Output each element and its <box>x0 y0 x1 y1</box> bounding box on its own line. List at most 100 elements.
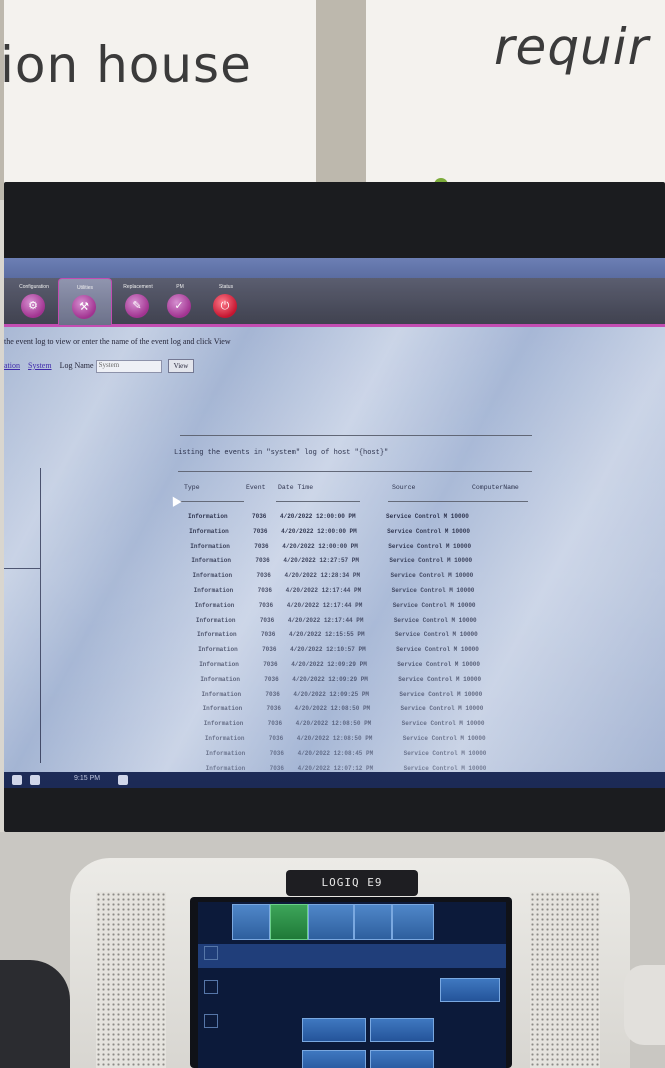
event-datetime-cell: 4/20/2022 12:00:00 PM <box>280 513 356 520</box>
event-id-cell: 7036 <box>258 601 274 609</box>
event-type-cell: Information <box>196 631 237 639</box>
brand-badge: LOGIQ E9 <box>286 870 418 896</box>
brand-logo: LOGIQ E9 <box>321 876 383 889</box>
service-tab-bar: Configuration ⚙ Utilities ⚒ Replacement … <box>4 278 665 327</box>
event-id-cell: 7036 <box>263 661 278 668</box>
event-source-cell: Service Control M 10000 <box>398 675 482 683</box>
event-source-cell: Service Control M 10000 <box>400 705 484 713</box>
touch-tile[interactable] <box>232 904 270 940</box>
event-id-cell: 7036 <box>267 720 283 728</box>
event-source-cell: Service Control M 10000 <box>387 527 470 535</box>
event-id-cell: 7036 <box>265 690 280 698</box>
touch-panel-bar <box>198 944 506 968</box>
touch-side-icon[interactable] <box>204 1014 218 1028</box>
event-type-cell: Information <box>194 601 235 609</box>
left-panel-frame <box>4 468 41 763</box>
event-datetime-cell: 4/20/2022 12:08:50 PM <box>296 735 373 742</box>
event-datetime-cell: 4/20/2022 12:15:55 PM <box>288 631 365 639</box>
event-type-cell: Information <box>198 646 238 654</box>
touch-tile[interactable] <box>308 904 354 940</box>
event-id-cell: 7036 <box>269 749 284 757</box>
header-rule-type <box>180 501 244 502</box>
tab-status[interactable]: Status ⏻ <box>200 278 252 324</box>
event-id-cell: 7036 <box>262 646 277 654</box>
log-name-input[interactable]: System <box>95 359 162 373</box>
log-selector-row: ation System Log Name System View <box>4 359 195 373</box>
column-header-datetime: Date Time <box>278 484 314 491</box>
event-source-cell: Service Control M 10000 <box>397 661 481 668</box>
touch-button[interactable] <box>302 1050 366 1068</box>
event-id-cell: 7036 <box>252 513 267 520</box>
event-source-cell: Service Control M 10000 <box>402 735 486 742</box>
column-header-event: Event <box>246 484 266 491</box>
touch-button[interactable] <box>440 978 500 1002</box>
column-header-type: Type <box>184 484 200 491</box>
event-datetime-cell: 4/20/2022 12:08:50 PM <box>295 720 372 728</box>
tab-status-label: Status <box>218 284 234 290</box>
event-source-cell: Service Control M 10000 <box>399 690 483 698</box>
mouse-cursor <box>168 494 182 507</box>
monitor-screen: Configuration ⚙ Utilities ⚒ Replacement … <box>4 258 665 788</box>
wall-sign-right-text: requir <box>494 18 650 76</box>
event-datetime-cell: 4/20/2022 12:09:29 PM <box>292 675 368 683</box>
event-datetime-cell: 4/20/2022 12:17:44 PM <box>287 616 364 624</box>
touch-side-icon[interactable] <box>204 946 218 960</box>
touch-button[interactable] <box>370 1050 434 1068</box>
wall-sign-left: ion house <box>0 0 316 192</box>
event-datetime-cell: 4/20/2022 12:08:50 PM <box>294 705 371 713</box>
event-source-cell: Service Control M 10000 <box>394 631 478 639</box>
tools-icon: ⚒ <box>72 295 96 319</box>
log-link-application[interactable]: ation <box>4 361 20 370</box>
event-datetime-cell: 4/20/2022 12:09:29 PM <box>291 661 367 668</box>
event-source-cell: Service Control M 10000 <box>390 572 474 580</box>
event-datetime-cell: 4/20/2022 12:00:00 PM <box>281 527 357 535</box>
event-type-cell: Information <box>189 527 229 535</box>
header-rule-top <box>178 471 532 472</box>
tab-utilities[interactable]: Utilities ⚒ <box>58 278 112 325</box>
tab-utilities-label: Utilities <box>76 285 94 291</box>
event-source-cell: Service Control M 10000 <box>388 542 472 550</box>
event-id-cell: 7036 <box>257 587 272 594</box>
event-type-cell: Information <box>192 572 233 580</box>
event-datetime-cell: 4/20/2022 12:08:45 PM <box>297 749 374 757</box>
log-name-label: Log Name <box>59 360 94 370</box>
log-link-system[interactable]: System <box>28 361 52 370</box>
event-type-cell: Information <box>199 661 239 668</box>
event-type-cell: Information <box>200 675 240 683</box>
event-type-cell: Information <box>190 542 230 550</box>
tab-configuration[interactable]: Configuration ⚙ <box>8 278 60 324</box>
event-datetime-cell: 4/20/2022 12:09:25 PM <box>293 690 370 698</box>
event-type-cell: Information <box>202 705 243 713</box>
probe-cable <box>0 960 70 1068</box>
wall-sign-right: requir <box>366 0 665 192</box>
event-type-cell: Information <box>195 616 236 624</box>
tab-pm[interactable]: PM ✓ <box>154 278 206 324</box>
event-type-cell: Information <box>201 690 242 698</box>
touch-tile[interactable] <box>392 904 434 940</box>
wall-sign-left-text: ion house <box>0 36 252 94</box>
event-source-cell: Service Control M 10000 <box>396 646 479 654</box>
touch-button[interactable] <box>302 1018 366 1042</box>
event-source-cell: Service Control M 10000 <box>391 587 475 594</box>
event-datetime-cell: 4/20/2022 12:00:00 PM <box>282 542 358 550</box>
touch-side-icon[interactable] <box>204 980 218 994</box>
event-source-cell: Service Control M 10000 <box>403 764 487 772</box>
event-type-cell: Information <box>205 749 246 757</box>
touch-tile[interactable] <box>354 904 392 940</box>
touch-tile-active[interactable] <box>270 904 308 940</box>
tab-configuration-label: Configuration <box>19 284 49 290</box>
event-type-cell: Information <box>205 764 246 772</box>
event-id-cell: 7036 <box>260 631 276 639</box>
speaker-grille-left <box>96 892 166 1068</box>
event-source-cell: Service Control M 10000 <box>392 601 476 609</box>
app-icon[interactable] <box>118 775 128 785</box>
left-panel-divider <box>4 568 40 569</box>
header-rule-source <box>388 501 528 502</box>
start-icon[interactable] <box>12 775 22 785</box>
taskbar-clock: 9:15 PM <box>74 775 101 782</box>
column-header-source: Source <box>392 484 416 491</box>
explorer-icon[interactable] <box>30 775 40 785</box>
view-button[interactable]: View <box>167 359 195 373</box>
touch-button[interactable] <box>370 1018 434 1042</box>
event-datetime-cell: 4/20/2022 12:27:57 PM <box>283 557 359 565</box>
